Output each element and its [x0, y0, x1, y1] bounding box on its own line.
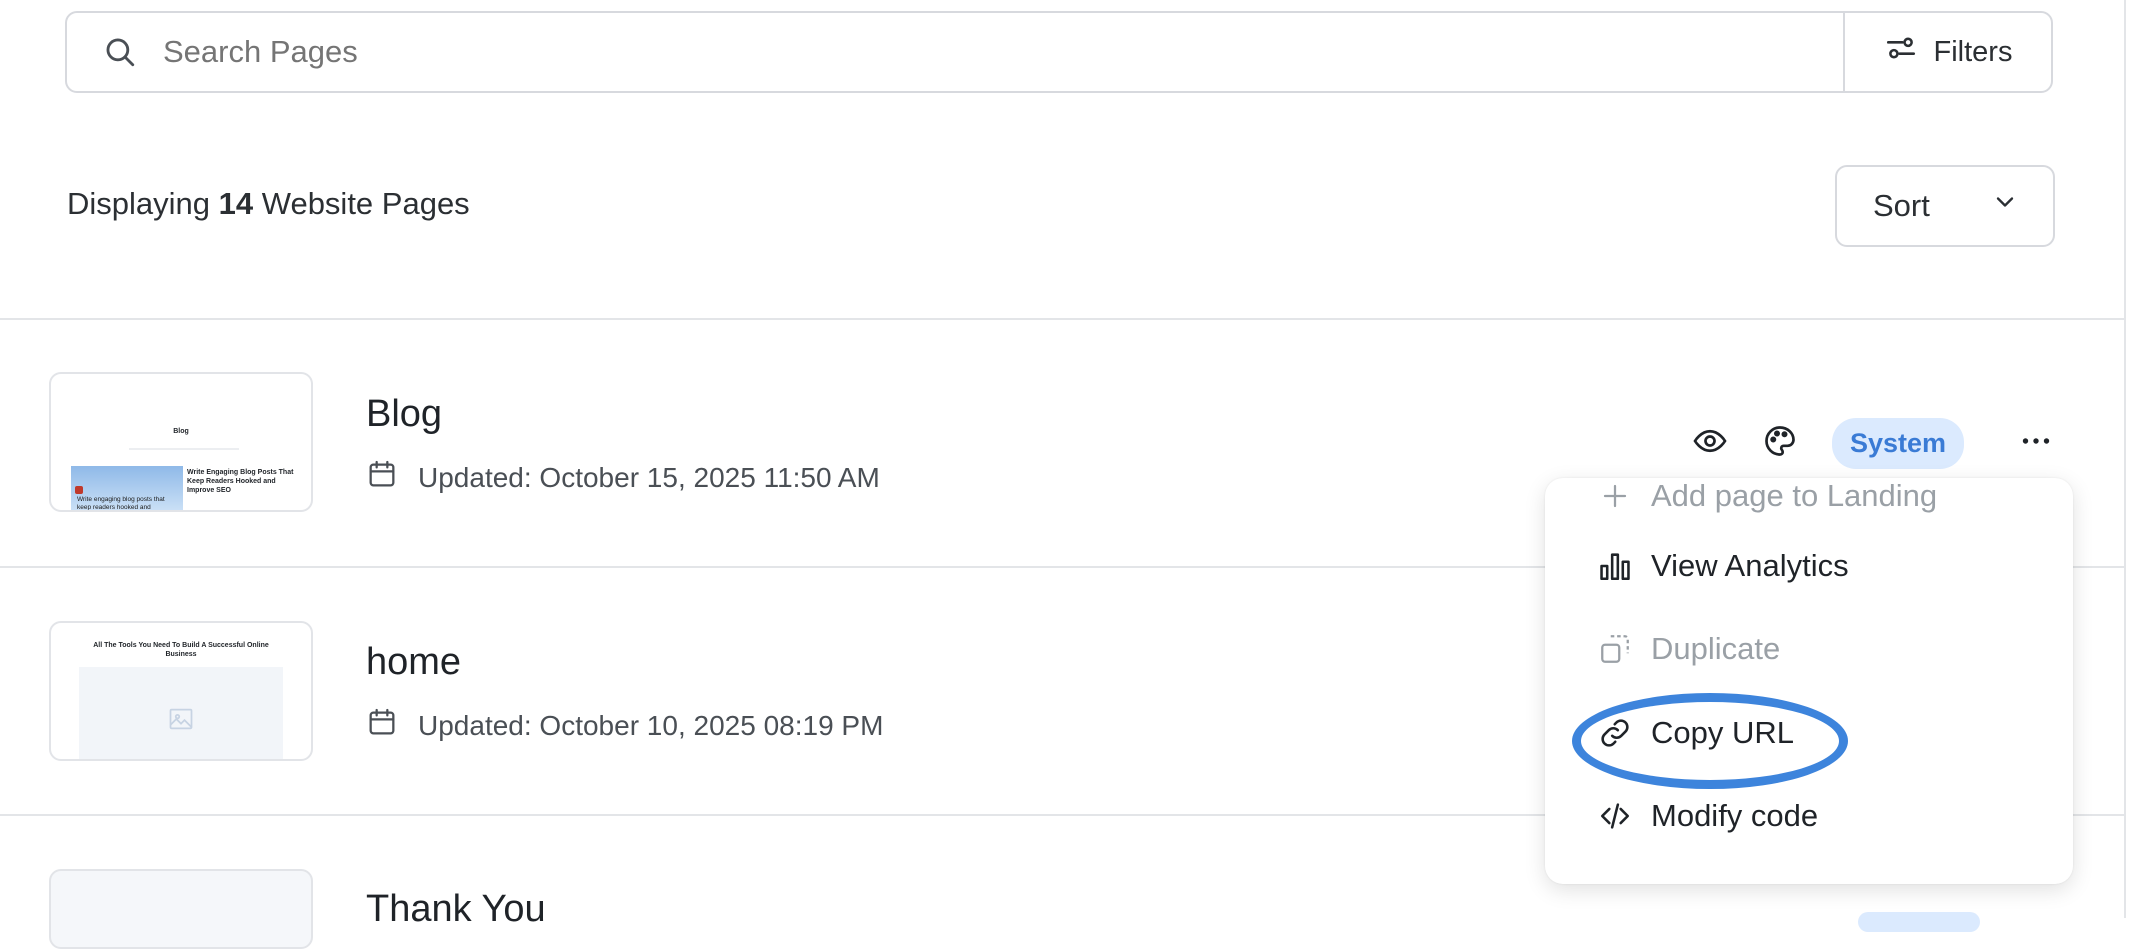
filters-label: Filters [1933, 35, 2013, 68]
code-icon [1597, 798, 1633, 834]
page-thumbnail-thank-you[interactable] [49, 869, 313, 949]
panel-border [2124, 0, 2126, 918]
search-bar: Filters [65, 11, 2053, 93]
thumb-image-placeholder [79, 667, 283, 759]
filters-button[interactable]: Filters [1843, 13, 2051, 91]
palette-icon[interactable] [1762, 423, 1798, 464]
thumb-avatar [75, 486, 83, 494]
thumb-heading: Blog [173, 428, 189, 435]
menu-item-add-to-landing[interactable]: Add page to Landing [1597, 478, 1937, 514]
thumb-heading: All The Tools You Need To Build A Succes… [93, 642, 269, 658]
search-input[interactable] [161, 33, 1843, 71]
page-thumbnail-home[interactable]: All The Tools You Need To Build A Succes… [49, 621, 313, 761]
more-options-icon[interactable] [2018, 423, 2054, 464]
page-updated-home: Updated: October 10, 2025 08:19 PM [366, 706, 883, 745]
menu-item-view-analytics[interactable]: View Analytics [1597, 548, 1849, 584]
thumb-post-title: Write Engaging Blog Posts That Keep Read… [187, 469, 294, 494]
system-badge: System [1832, 418, 1965, 469]
menu-item-modify-code[interactable]: Modify code [1597, 798, 1818, 834]
page-title-home[interactable]: home [366, 641, 461, 684]
filters-icon [1884, 31, 1918, 73]
page-options-menu: Add page to Landing View Analytics Dupli… [1545, 478, 2073, 884]
chevron-down-icon [1991, 188, 2019, 224]
copy-url-highlight-ring [1572, 693, 1848, 789]
sort-dropdown[interactable]: Sort [1835, 165, 2055, 247]
thumb-image: Write engaging blog posts that keep read… [71, 466, 183, 511]
summary-count: 14 [218, 186, 254, 221]
page-count-summary: Displaying 14 Website Pages [67, 186, 470, 222]
eye-icon[interactable] [1692, 423, 1728, 464]
updated-text: Updated: October 15, 2025 11:50 AM [418, 461, 880, 493]
duplicate-icon [1597, 631, 1633, 667]
menu-item-duplicate[interactable]: Duplicate [1597, 631, 1780, 667]
page-thumbnail-blog[interactable]: Blog Write engaging blog posts that keep… [49, 372, 313, 512]
summary-suffix: Website Pages [261, 186, 470, 221]
page-updated-blog: Updated: October 15, 2025 11:50 AM [366, 458, 880, 497]
row-actions-blog: System [1692, 418, 2054, 469]
thumb-caption: Write engaging blog posts that keep read… [77, 496, 165, 511]
menu-item-label: Duplicate [1651, 631, 1781, 666]
menu-item-label: Modify code [1651, 798, 1819, 833]
sort-label: Sort [1873, 188, 1930, 223]
plus-icon [1597, 478, 1633, 514]
page-title-blog[interactable]: Blog [366, 393, 442, 436]
menu-item-label: View Analytics [1651, 548, 1849, 583]
bar-chart-icon [1597, 548, 1633, 584]
thumb-search-line [129, 448, 239, 450]
image-icon [167, 705, 195, 738]
divider [0, 318, 2126, 320]
menu-item-label: Add page to Landing [1651, 478, 1938, 513]
system-badge-partial [1858, 912, 1980, 932]
search-icon [103, 35, 137, 69]
calendar-icon [366, 706, 398, 745]
updated-text: Updated: October 10, 2025 08:19 PM [418, 709, 884, 741]
calendar-icon [366, 458, 398, 497]
summary-prefix: Displaying [67, 186, 211, 221]
page-title-thank-you[interactable]: Thank You [366, 888, 546, 931]
